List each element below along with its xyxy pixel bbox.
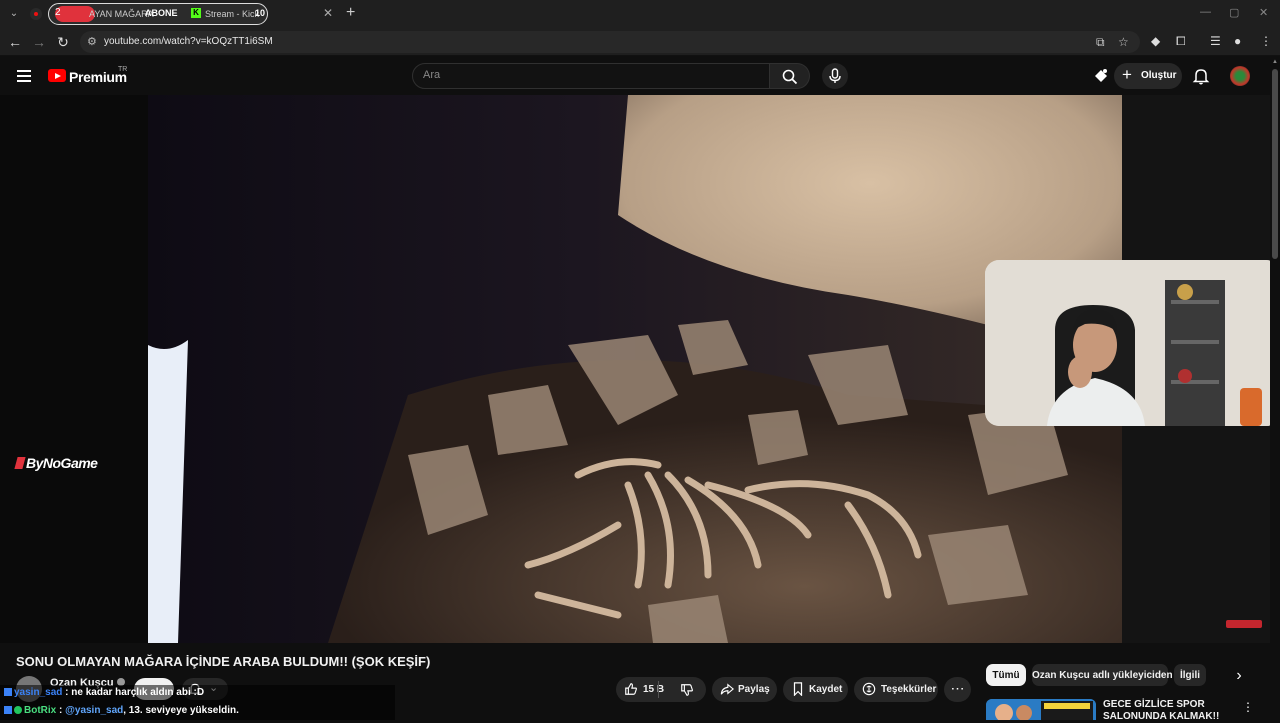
recording-indicator-icon: [30, 8, 42, 20]
search-button[interactable]: [770, 63, 810, 89]
browser-toolbar: ← → ↻ ⚙ youtube.com/watch?v=kOQzTT1i6SM …: [0, 28, 1280, 56]
thumbnail-image: [986, 699, 1096, 720]
video-player[interactable]: [148, 95, 1122, 643]
forward-icon[interactable]: →: [31, 34, 47, 50]
create-button[interactable]: + Oluştur: [1114, 63, 1182, 89]
chat-message: BotRix : @yasin_sad, 13. seviyeye yüksel…: [4, 705, 239, 716]
streamer-webcam: [985, 260, 1280, 426]
more-actions-icon[interactable]: ⋯: [944, 677, 971, 702]
chat-badge-icon: [4, 706, 12, 714]
chip-all[interactable]: Tümü: [986, 664, 1026, 686]
page-scrollbar[interactable]: ▲: [1270, 57, 1280, 720]
close-tab-icon[interactable]: ✕: [323, 6, 333, 20]
viewer-count: 10: [255, 8, 266, 18]
like-count[interactable]: 15 B: [643, 684, 664, 695]
thanks-button[interactable]: Teşekkürler: [854, 677, 938, 702]
recommendation-menu-icon[interactable]: ⋮: [1242, 700, 1254, 714]
notifications-bell-icon[interactable]: [1192, 67, 1210, 85]
search-icon: [782, 69, 798, 85]
address-bar[interactable]: ⚙ youtube.com/watch?v=kOQzTT1i6SM ⧉ ☆: [80, 31, 1140, 53]
maximize-icon[interactable]: ▢: [1229, 6, 1239, 19]
window-close-icon[interactable]: ✕: [1259, 6, 1268, 19]
chat-badge-icon: [4, 688, 12, 696]
bookmark-star-icon[interactable]: ☆: [1118, 35, 1129, 49]
cave-skeleton-scene: [148, 95, 1122, 643]
thanks-label: Teşekkürler: [881, 684, 937, 695]
scrollbar-thumb[interactable]: [1272, 69, 1278, 259]
save-label: Kaydet: [809, 684, 843, 695]
subscribe-alert-label: ABONE: [145, 8, 178, 18]
chat-text: , 13. seviyeye yükseldin.: [123, 705, 239, 716]
chevron-right-icon[interactable]: ›: [1230, 666, 1248, 686]
chat-message: yasin_sad : ne kadar harçlık aldın abi :…: [4, 687, 204, 698]
subscribe-badge: [1226, 620, 1262, 628]
search-input[interactable]: [423, 69, 753, 81]
site-info-icon[interactable]: ⚙: [87, 35, 97, 48]
share-icon: [720, 683, 734, 695]
alert-count: 2: [55, 7, 61, 18]
bot-badge-icon: [14, 706, 22, 714]
url-text: youtube.com/watch?v=kOQzTT1i6SM: [104, 36, 273, 47]
install-app-icon[interactable]: ⧉: [1096, 35, 1105, 50]
save-button[interactable]: Kaydet: [783, 677, 848, 702]
ai-sparkle-icon[interactable]: [1092, 67, 1110, 85]
share-label: Paylaş: [738, 684, 770, 695]
profile-icon[interactable]: ●: [1234, 34, 1241, 48]
browser-tab-bar: ⌄ 2 AYAN MAĞARA ABONE K Stream - Kick 10…: [0, 0, 1280, 28]
extensions-puzzle-icon[interactable]: ⧠: [1176, 34, 1186, 49]
reading-list-icon[interactable]: ☰: [1210, 34, 1221, 48]
chip-label: Tümü: [992, 670, 1020, 681]
plus-icon: +: [1122, 65, 1132, 84]
region-code: TR: [118, 66, 128, 73]
chat-text: : ne kadar harçlık aldın abi :D: [62, 687, 205, 698]
chat-mention: @yasin_sad: [65, 705, 124, 716]
tab-search-button[interactable]: ⌄: [6, 6, 22, 22]
chip-related[interactable]: İlgili: [1174, 664, 1206, 686]
microphone-icon: [829, 68, 841, 83]
streamer-image: [985, 260, 1280, 426]
sponsor-logo: ByNoGame: [14, 455, 98, 471]
youtube-header: Premium TR + Oluştur: [0, 57, 1280, 95]
back-icon[interactable]: ←: [7, 34, 23, 50]
recommendation-title[interactable]: GECE GİZLİCE SPOR SALONUNDA KALMAK!!: [1103, 699, 1223, 723]
sponsor-name: ByNoGame: [26, 455, 98, 471]
pill-divider: [658, 681, 659, 698]
share-button[interactable]: Paylaş: [712, 677, 777, 702]
tab-title: AYAN MAĞARA: [89, 9, 154, 19]
chat-username: BotRix: [24, 705, 57, 716]
thumbs-down-icon[interactable]: [680, 683, 694, 697]
chip-from-uploader[interactable]: Ozan Kuşcu adlı yükleyiciden: [1032, 664, 1173, 686]
youtube-logo-icon[interactable]: [48, 69, 66, 82]
new-tab-icon[interactable]: +: [346, 4, 355, 22]
chip-label: Ozan Kuşcu adlı yükleyiciden: [1032, 670, 1173, 681]
create-label: Oluştur: [1141, 70, 1177, 81]
super-thanks-icon: [862, 682, 876, 696]
account-avatar[interactable]: [1230, 66, 1250, 86]
menu-icon[interactable]: [17, 70, 31, 82]
browser-tab[interactable]: 2 AYAN MAĞARA ABONE K Stream - Kick 10 b…: [48, 3, 268, 25]
recommendation-thumbnail[interactable]: [986, 699, 1096, 720]
minimize-icon[interactable]: —: [1200, 6, 1211, 18]
bookmark-icon: [793, 682, 803, 696]
scroll-up-icon[interactable]: ▲: [1272, 59, 1278, 65]
chat-username: yasin_sad: [14, 687, 63, 698]
thumbs-up-icon[interactable]: [624, 682, 638, 696]
kick-icon: K: [191, 8, 201, 18]
like-dislike-group: 15 B: [616, 677, 706, 702]
extension-icon[interactable]: ◆: [1151, 34, 1160, 48]
search-box: [412, 63, 770, 89]
reload-icon[interactable]: ↻: [55, 34, 71, 50]
browser-menu-icon[interactable]: ⋮: [1260, 34, 1272, 48]
video-title: SONU OLMAYAN MAĞARA İÇİNDE ARABA BULDUM!…: [16, 654, 431, 669]
kick-tab-title: Stream - Kick: [205, 9, 260, 19]
stream-left-panel: ByNoGame: [0, 95, 148, 643]
chip-label: İlgili: [1180, 670, 1200, 681]
voice-search-button[interactable]: [822, 63, 848, 89]
